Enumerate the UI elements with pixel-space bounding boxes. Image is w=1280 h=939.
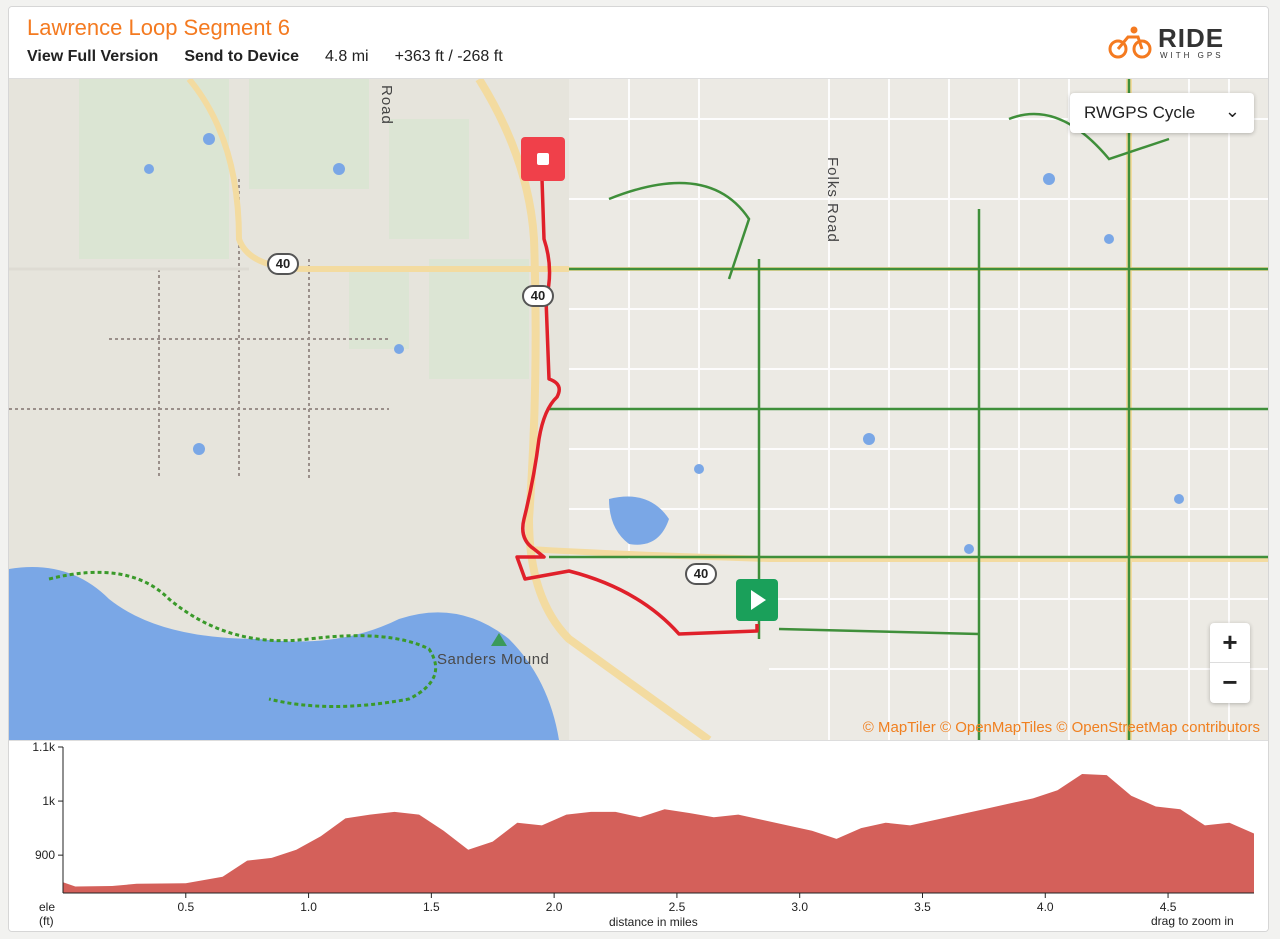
poi-label: Sanders Mound <box>437 651 550 668</box>
route-elevation: +363 ft / -268 ft <box>394 48 503 65</box>
send-to-device-link[interactable]: Send to Device <box>184 48 299 66</box>
road-label: Road <box>378 85 395 125</box>
zoom-out-button[interactable]: − <box>1210 663 1250 703</box>
highway-shield: 40 <box>267 253 299 275</box>
cyclist-logo-icon <box>1108 26 1152 59</box>
x-tick-label: 1.0 <box>300 900 317 914</box>
play-icon <box>751 590 766 610</box>
header: Lawrence Loop Segment 6 View Full Versio… <box>9 7 1268 79</box>
x-tick-label: 4.0 <box>1037 900 1054 914</box>
mountain-icon <box>491 633 507 646</box>
route-title: Lawrence Loop Segment 6 <box>27 15 290 40</box>
x-tick-label: 1.5 <box>423 900 440 914</box>
logo-subword: WITH GPS <box>1160 51 1224 60</box>
zoom-hint: drag to zoom in <box>1151 914 1234 928</box>
logo-word: RIDE <box>1158 23 1225 53</box>
y-axis-label: ele <box>39 900 55 914</box>
highway-shield: 40 <box>522 285 554 307</box>
x-axis-label: distance in miles <box>609 915 698 929</box>
x-tick-label: 3.5 <box>914 900 931 914</box>
route-subnav: View Full Version Send to Device 4.8 mi … <box>27 48 529 66</box>
y-tick-label: 1.1k <box>32 741 56 754</box>
zoom-in-button[interactable]: + <box>1210 623 1250 663</box>
elevation-profile[interactable]: 1.1k 1k 900 0.5 1.0 1.5 2.0 2.5 3.0 3.5 4.0 4.5 el… <box>9 740 1268 931</box>
chevron-down-icon: ⌄ <box>1224 101 1240 121</box>
ride-with-gps-logo[interactable]: RIDE WITH GPS <box>1108 21 1248 61</box>
end-marker[interactable] <box>521 137 565 181</box>
road-label: Folks Road <box>824 157 841 243</box>
x-tick-label: 0.5 <box>177 900 194 914</box>
map-layer-value: RWGPS Cycle <box>1084 103 1196 122</box>
y-tick-label: 1k <box>42 794 56 808</box>
map-attribution[interactable]: © MapTiler © OpenMapTiles © OpenStreetMa… <box>863 719 1260 736</box>
stop-icon <box>537 153 549 165</box>
x-tick-label: 2.0 <box>546 900 563 914</box>
zoom-control: + − <box>1210 623 1250 703</box>
elevation-area <box>63 774 1254 893</box>
map-layer-select[interactable]: RWGPS Cycle ⌄ <box>1070 93 1254 133</box>
app-frame: Lawrence Loop Segment 6 View Full Versio… <box>8 6 1269 932</box>
x-tick-label: 3.0 <box>791 900 808 914</box>
x-tick-label: 2.5 <box>669 900 686 914</box>
map-canvas <box>9 79 1268 740</box>
highway-shield: 40 <box>685 563 717 585</box>
view-full-version-link[interactable]: View Full Version <box>27 48 158 66</box>
route-distance: 4.8 mi <box>325 48 369 65</box>
elevation-chart: 1.1k 1k 900 0.5 1.0 1.5 2.0 2.5 3.0 3.5 4.0 4.5 el… <box>32 741 1254 929</box>
y-axis-unit: (ft) <box>39 914 54 928</box>
start-marker[interactable] <box>736 579 778 621</box>
x-tick-label: 4.5 <box>1160 900 1177 914</box>
y-tick-label: 900 <box>35 848 55 862</box>
route-map[interactable]: 40 40 40 Road Folks Road Sanders Mound R… <box>9 79 1268 740</box>
